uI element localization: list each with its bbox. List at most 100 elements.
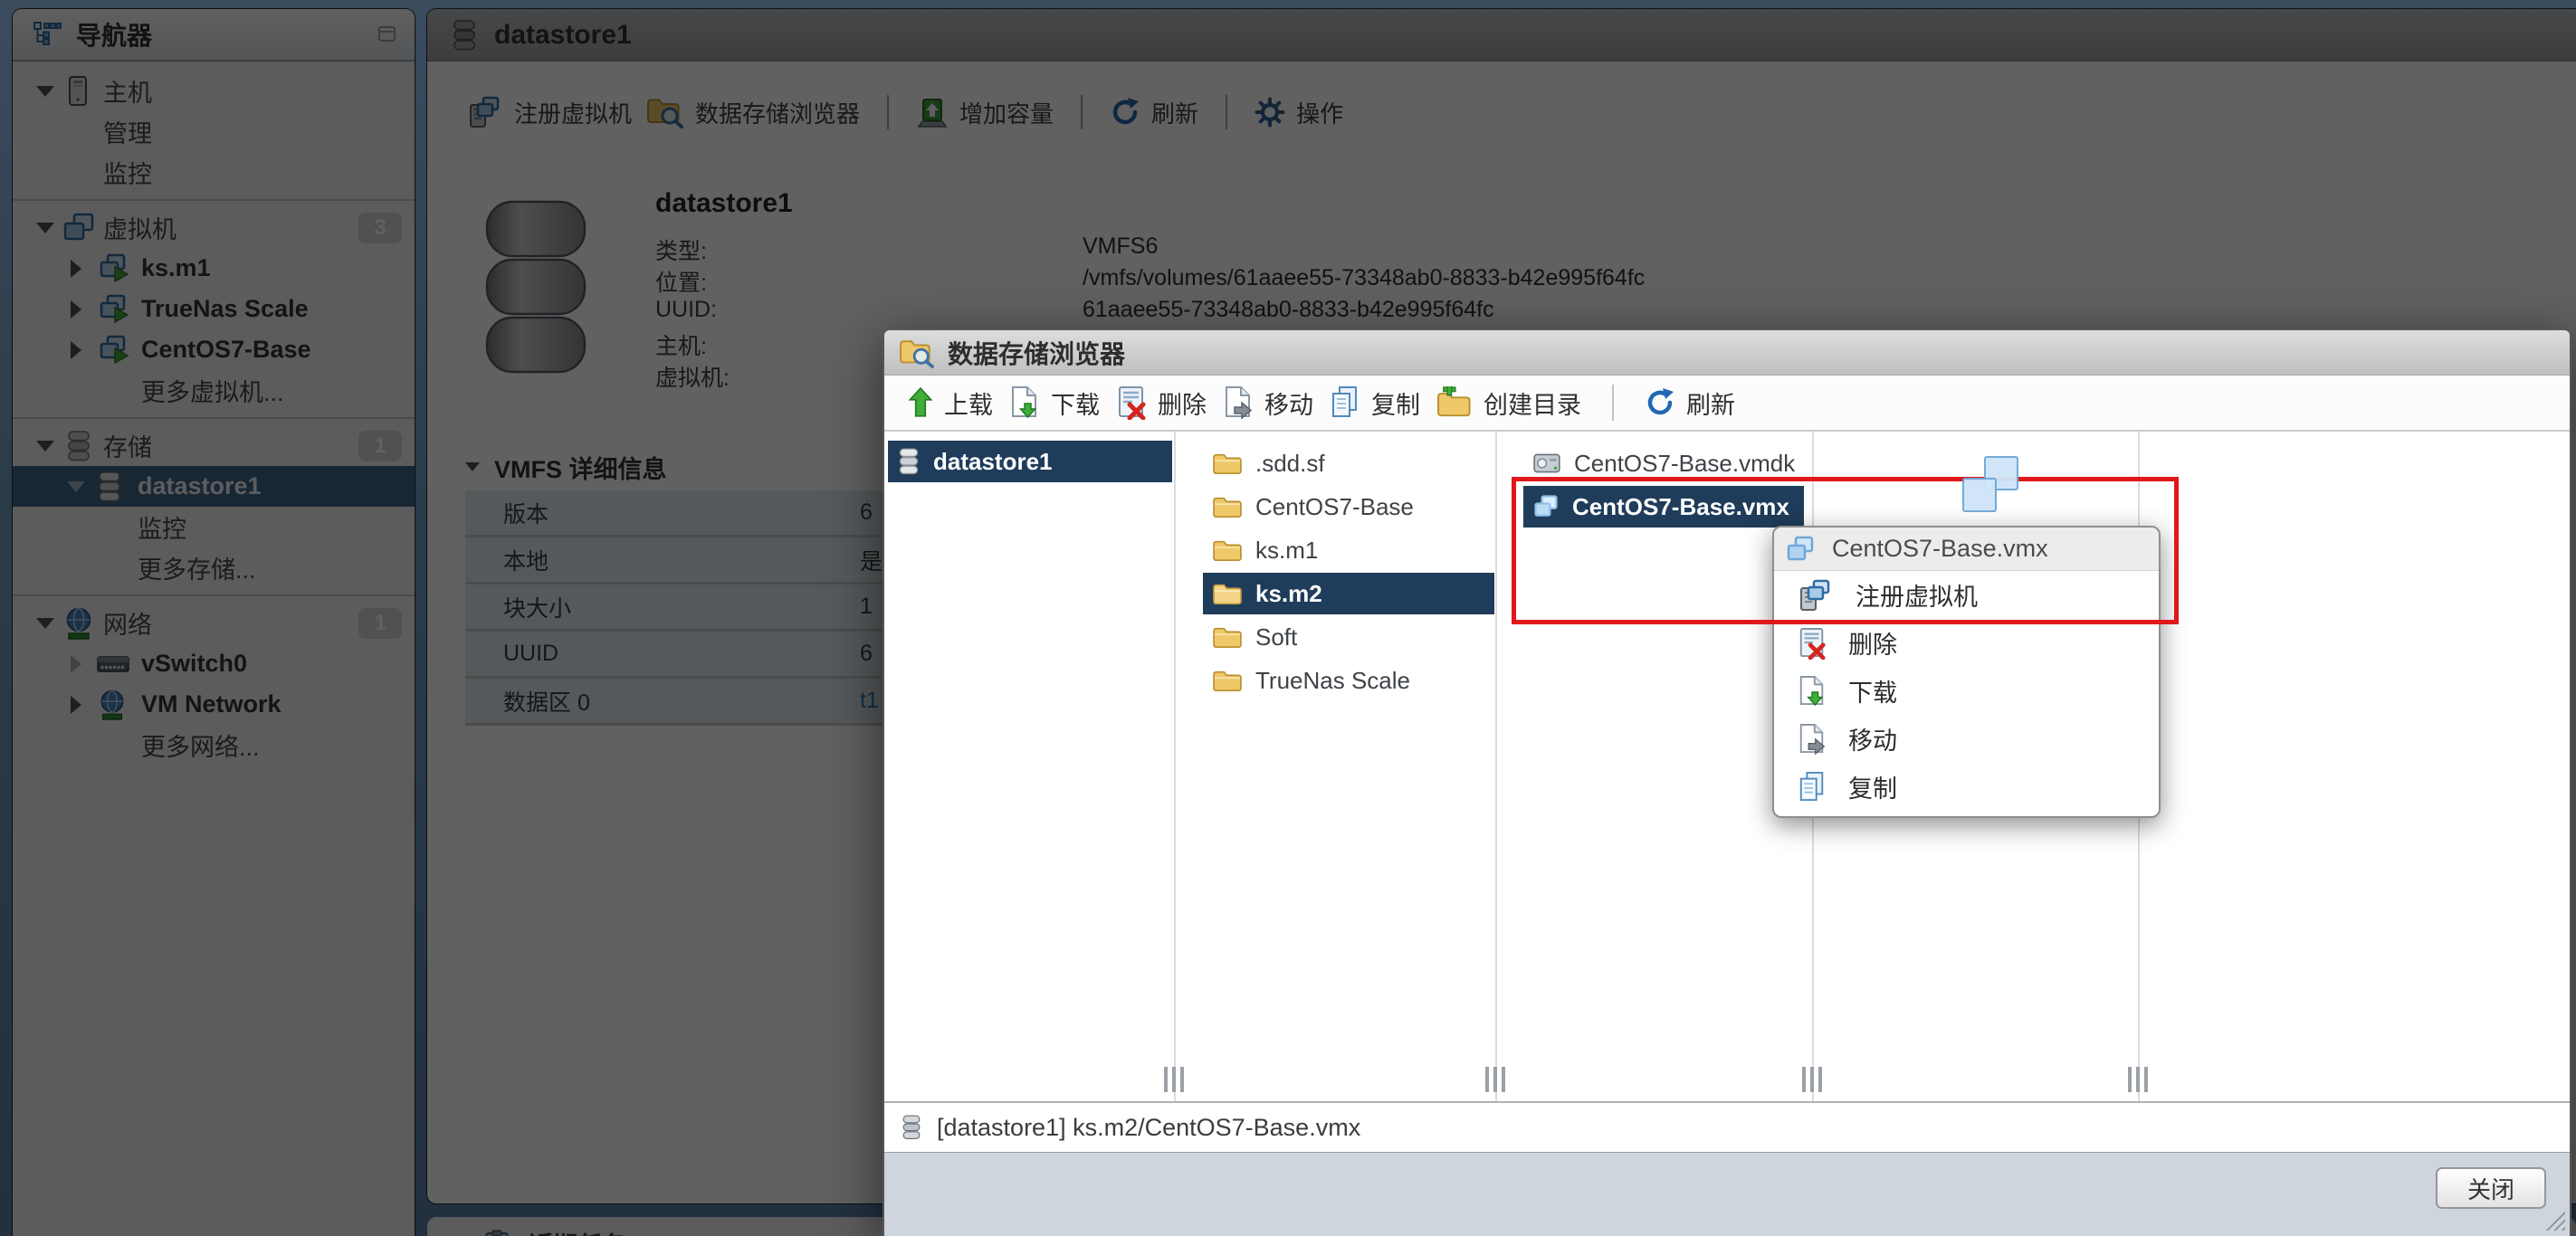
column-resize-grip[interactable]	[2128, 1067, 2148, 1092]
chevron-down-icon[interactable]	[36, 618, 54, 629]
navigator-title: 导航器	[76, 16, 377, 52]
sidebar-item-more-networks[interactable]: 更多网络...	[13, 725, 415, 765]
create-directory-button[interactable]: 创建目录	[1436, 385, 1581, 421]
vm-running-icon	[98, 294, 130, 325]
pin-icon[interactable]	[377, 24, 398, 45]
datastore-large-icon	[476, 195, 596, 376]
context-menu-header: CentOS7-Base.vmx	[1774, 528, 2159, 571]
sidebar-item-host[interactable]: 主机	[13, 71, 415, 111]
chevron-down-icon[interactable]	[67, 481, 85, 492]
sidebar-item-label[interactable]: 主机	[103, 73, 152, 109]
vm-count-badge: 3	[358, 213, 402, 243]
column-resize-grip[interactable]	[1485, 1067, 1505, 1092]
field-row: UUID: 61aaee55-73348ab0-8833-b42e995f64f…	[655, 297, 1645, 328]
toolbar-separator	[887, 95, 889, 129]
sidebar-item-host-manage[interactable]: 管理	[13, 111, 415, 152]
upload-icon	[908, 387, 933, 418]
column-divider[interactable]	[1174, 432, 1176, 1101]
folder-item[interactable]: ks.m1	[1203, 529, 1494, 571]
folder-icon	[1212, 581, 1243, 606]
sidebar-item-vm-network[interactable]: VM Network	[13, 684, 415, 725]
increase-capacity-button[interactable]: 增加容量	[916, 96, 1054, 129]
sidebar-item-vm-truenas[interactable]: TrueNas Scale	[13, 289, 415, 329]
list-item-datastore1[interactable]: datastore1	[888, 441, 1172, 482]
folder-item[interactable]: CentOS7-Base	[1203, 486, 1494, 528]
datastore-browser-dialog: 数据存储浏览器 上载 下载 删除	[883, 328, 2571, 1236]
delete-button[interactable]: 删除	[1116, 385, 1207, 421]
datastore-browser-button[interactable]: 数据存储浏览器	[646, 96, 860, 129]
register-vm-button[interactable]: 注册虚拟机	[467, 94, 632, 130]
sidebar-item-vswitch0[interactable]: vSwitch0	[13, 643, 415, 684]
menu-item-move[interactable]: 移动	[1774, 715, 2159, 763]
sidebar-item-more-storage[interactable]: 更多存储...	[13, 547, 415, 588]
close-button[interactable]: 关闭	[2436, 1167, 2546, 1209]
sidebar-divider	[13, 199, 415, 201]
datastore-panel-header: datastore1	[427, 9, 2576, 62]
chevron-down-icon[interactable]	[36, 223, 54, 233]
download-button[interactable]: 下载	[1009, 385, 1100, 421]
file-item-vmdk[interactable]: CentOS7-Base.vmdk	[1523, 442, 1809, 484]
file-item-vmx-selected[interactable]: CentOS7-Base.vmx	[1523, 486, 1804, 528]
move-button[interactable]: 移动	[1223, 385, 1313, 421]
chevron-right-icon[interactable]	[71, 655, 81, 673]
recent-tasks-title: 近期任务	[529, 1226, 626, 1236]
dialog-statusbar: [datastore1] ks.m2/CentOS7-Base.vmx	[884, 1101, 2570, 1152]
dialog-title: 数据存储浏览器	[948, 335, 1125, 371]
vmdk-disk-icon	[1532, 452, 1561, 474]
sidebar-item-vms[interactable]: 虚拟机 3	[13, 207, 415, 248]
chevron-down-icon[interactable]	[36, 441, 54, 452]
folder-item[interactable]: Soft	[1203, 616, 1494, 658]
actions-button[interactable]: 操作	[1255, 96, 1343, 129]
menu-item-delete[interactable]: 删除	[1774, 619, 2159, 667]
resize-grip-icon[interactable]	[2545, 1211, 2565, 1231]
storage-count-badge: 1	[358, 431, 402, 461]
column-resize-grip[interactable]	[1802, 1067, 1822, 1092]
navigator-tree-icon	[33, 20, 62, 49]
refresh-button[interactable]: 刷新	[1110, 96, 1198, 129]
toolbar-separator	[1081, 95, 1083, 129]
register-vm-icon	[1798, 577, 1834, 613]
column-resize-grip[interactable]	[1164, 1067, 1184, 1092]
folder-search-icon	[646, 96, 684, 128]
column-divider[interactable]	[1495, 432, 1497, 1101]
selected-file-path: [datastore1] ks.m2/CentOS7-Base.vmx	[937, 1114, 1360, 1142]
chevron-right-icon[interactable]	[71, 300, 81, 319]
datastore-icon	[451, 19, 478, 52]
menu-item-download[interactable]: 下载	[1774, 667, 2159, 715]
sidebar-item-vm-ksm1[interactable]: ks.m1	[13, 248, 415, 289]
gear-icon	[1255, 97, 1285, 128]
folder-item-selected[interactable]: ks.m2	[1203, 573, 1494, 614]
download-icon	[1798, 675, 1827, 708]
chevron-down-icon[interactable]	[36, 86, 54, 97]
chevron-right-icon[interactable]	[71, 260, 81, 278]
folder-item[interactable]: TrueNas Scale	[1203, 660, 1494, 701]
dialog-footer: 关闭	[884, 1152, 2570, 1236]
menu-item-register-vm[interactable]: 注册虚拟机	[1774, 571, 2159, 619]
menu-item-copy[interactable]: 复制	[1774, 763, 2159, 811]
increase-capacity-icon	[916, 96, 949, 128]
folder-icon	[1212, 494, 1243, 519]
tasks-clipboard-icon	[483, 1230, 510, 1236]
sidebar-item-storage[interactable]: 存储 1	[13, 425, 415, 466]
dialog-titlebar[interactable]: 数据存储浏览器	[884, 330, 2570, 376]
collapse-icon[interactable]	[465, 462, 480, 471]
refresh-icon	[1110, 97, 1140, 128]
dialog-refresh-button[interactable]: 刷新	[1645, 385, 1735, 421]
folder-icon	[1212, 537, 1243, 563]
sidebar-item-more-vms[interactable]: 更多虚拟机...	[13, 370, 415, 411]
sidebar-item-datastore1[interactable]: datastore1	[13, 466, 415, 507]
move-icon	[1223, 385, 1254, 420]
upload-button[interactable]: 上载	[908, 385, 993, 421]
vmx-file-icon	[1532, 494, 1560, 519]
datastore-toolbar: 注册虚拟机 数据存储浏览器 增加容量	[427, 62, 2576, 130]
folder-item[interactable]: .sdd.sf	[1203, 442, 1494, 484]
sidebar-item-network[interactable]: 网络 1	[13, 603, 415, 643]
sidebar-item-vm-centos[interactable]: CentOS7-Base	[13, 329, 415, 370]
sidebar-item-storage-monitor[interactable]: 监控	[13, 507, 415, 547]
chevron-right-icon[interactable]	[71, 341, 81, 359]
datastore-icon	[897, 447, 921, 476]
sidebar-item-host-monitor[interactable]: 监控	[13, 152, 415, 193]
copy-button[interactable]: 复制	[1330, 385, 1420, 421]
datastore-icon	[96, 471, 123, 503]
chevron-right-icon[interactable]	[71, 696, 81, 714]
